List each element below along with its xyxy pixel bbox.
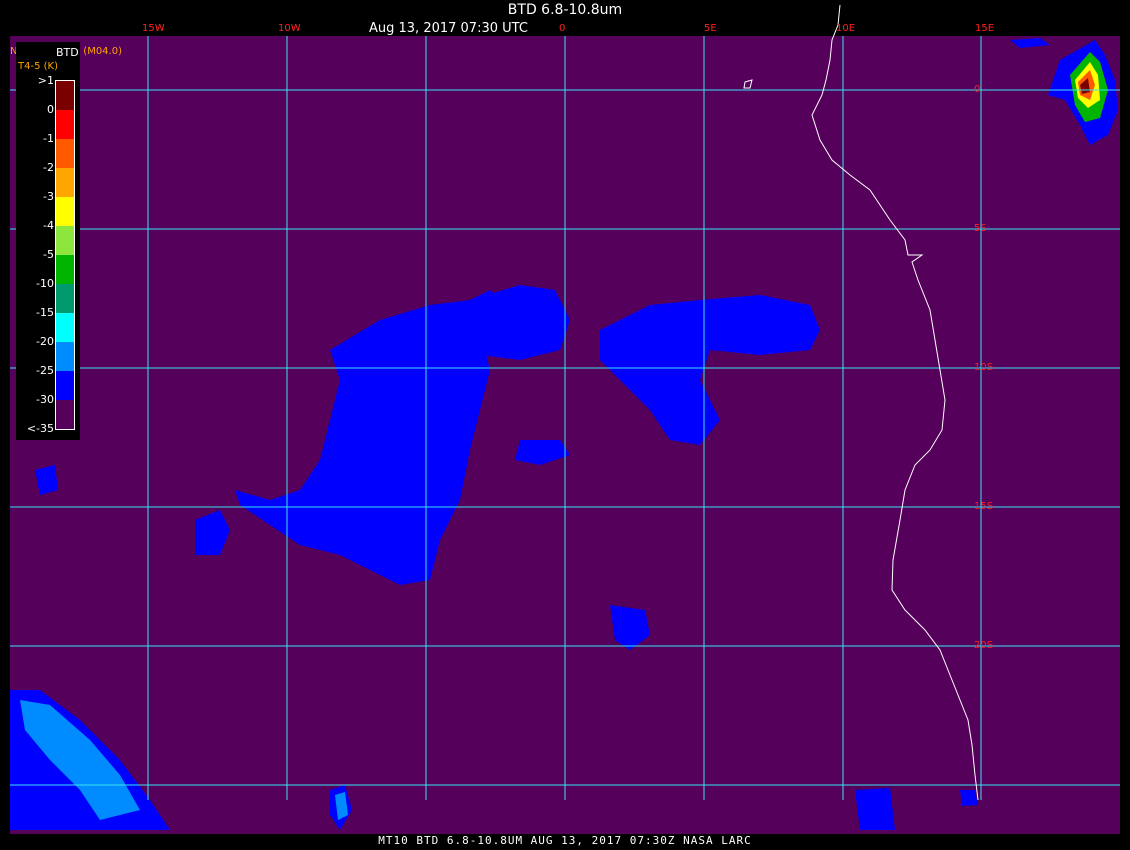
- legend-swatch: [56, 313, 74, 342]
- legend-swatch: [56, 255, 74, 284]
- legend-units: T4-5 (K): [18, 61, 58, 72]
- legend-swatch: [56, 197, 74, 226]
- legend-swatch: [56, 284, 74, 313]
- legend-tick-label: -30: [36, 393, 54, 406]
- legend-tick-label: -2: [43, 161, 54, 174]
- legend-tick-label: -5: [43, 248, 54, 261]
- legend-tick-label: 0: [47, 103, 54, 116]
- lon-label-15e: 15E: [975, 23, 995, 34]
- lat-label-0: 0: [974, 84, 981, 95]
- legend-swatch: [56, 110, 74, 139]
- legend-tick-label: >1: [37, 74, 54, 87]
- legend-tick-label: -10: [36, 277, 54, 290]
- map-datetime: Aug 13, 2017 07:30 UTC: [369, 21, 528, 36]
- legend-tick-label: -1: [43, 132, 54, 145]
- color-legend: BTD T4-5 (K) >1 0 -1 -2 -3 -4 -5 -10 -15 -20 -25 -3…: [16, 42, 80, 440]
- satellite-map: [10, 4, 1120, 834]
- lon-label-15w: 15W: [142, 23, 165, 34]
- lon-label-5e: 5E: [704, 23, 717, 34]
- lat-label-5s: 5S: [974, 223, 987, 234]
- legend-swatch: [56, 371, 74, 400]
- legend-tick-label: -25: [36, 364, 54, 377]
- legend-tick-label: -4: [43, 219, 54, 232]
- lat-label-10s: 10S: [974, 362, 994, 373]
- legend-swatch: [56, 139, 74, 168]
- legend-colorbar: [55, 80, 75, 430]
- lat-label-15s: 15S: [974, 501, 994, 512]
- lon-label-0: 0: [559, 23, 566, 34]
- legend-swatch: [56, 81, 74, 110]
- legend-swatch: [56, 168, 74, 197]
- legend-tick-label: <-35: [26, 422, 54, 435]
- footer-caption: MT10 BTD 6.8-10.8UM AUG 13, 2017 07:30Z …: [378, 834, 752, 847]
- legend-tick-label: -15: [36, 306, 54, 319]
- legend-swatch: [56, 226, 74, 255]
- legend-title: BTD: [56, 46, 79, 59]
- legend-tick-label: -20: [36, 335, 54, 348]
- legend-swatch: [56, 342, 74, 371]
- map-title: BTD 6.8-10.8um: [507, 2, 623, 18]
- lat-label-20s: 20S: [974, 640, 994, 651]
- lon-label-10w: 10W: [278, 23, 301, 34]
- lon-label-10e: 10E: [836, 23, 856, 34]
- legend-swatch: [56, 400, 74, 429]
- legend-tick-label: -3: [43, 190, 54, 203]
